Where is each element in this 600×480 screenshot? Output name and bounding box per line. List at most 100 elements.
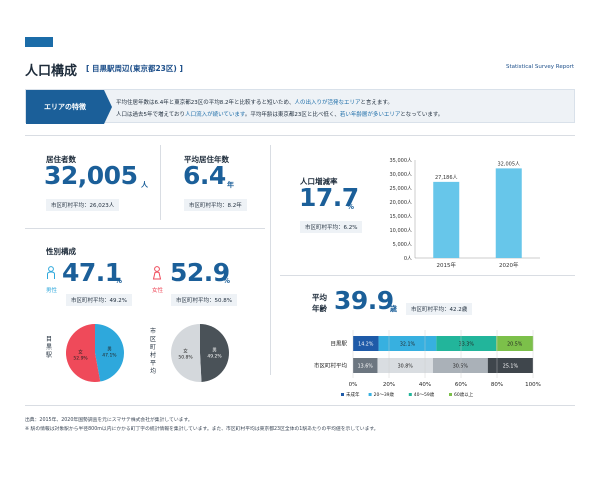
age-segment-label: 20.5% <box>507 342 523 348</box>
x-tick-label: 40% <box>419 382 431 388</box>
gender-label: 性別構成 <box>46 247 76 256</box>
legend-label: 未成年 <box>346 391 360 398</box>
age-row-label: 市区町村平均 <box>314 362 348 370</box>
bar-data-label: 32,005人 <box>498 161 521 167</box>
age-avg: 市区町村平均：42.2歳 <box>406 303 473 315</box>
divider <box>160 145 161 220</box>
residents-unit: 人 <box>141 181 148 189</box>
age-segment-label: 14.2% <box>358 342 374 348</box>
age-stacked-bar-chart: 目黒駅 14.2% 32.1% 33.3% 20.5%市区町村平均 13.6% 30.8% 3… <box>314 330 541 398</box>
age-row-label: 目黒駅 <box>330 341 347 348</box>
divider <box>270 145 271 375</box>
report-page: 人口構成 [ 目黒駅周辺(東京都23区) ] Statistical Surve… <box>0 0 600 480</box>
growth-unit: % <box>347 203 355 211</box>
feature-text-part: 。平均年齢は東京都23区と比べ低く、 <box>244 112 340 118</box>
footnote-source: 出典：2015年、2020年国勢調査を元にスマサテ株式会社が集計しています。 <box>25 418 193 423</box>
female-value: 52.9 <box>170 258 230 287</box>
feature-text: 平均住居年数は6.4年と東京都23区の平均8.2年と比較すると短いため、人の出入… <box>116 97 566 121</box>
y-tick-label: 20,000人 <box>390 200 413 206</box>
divider <box>280 275 575 276</box>
years-value: 6.4 <box>183 161 226 190</box>
feature-text-part: 人口は過去5年で増えており <box>116 112 186 118</box>
growth-avg: 市区町村平均：6.2% <box>300 221 363 233</box>
legend-swatch <box>408 393 412 396</box>
x-tick-label: 20% <box>383 382 395 388</box>
residents-value: 32,005 <box>44 161 138 190</box>
divider <box>25 135 575 136</box>
feature-text-part: と言えます。 <box>360 100 393 106</box>
male-unit: % <box>115 277 123 285</box>
feature-highlight: 人口流入が続いています <box>185 112 245 118</box>
age-label: 平均 年齢 <box>312 292 327 314</box>
gender-pie-station: 男47.1% 女52.9% <box>66 324 125 382</box>
survey-label: Statistical Survey Report <box>505 64 574 70</box>
divider <box>25 228 265 229</box>
x-tick-label: 2020年 <box>499 261 519 269</box>
x-tick-label: 0% <box>349 382 358 388</box>
years-unit: 年 <box>227 181 234 189</box>
page-title: 人口構成 <box>25 64 78 79</box>
feature-text-part: となっています。 <box>400 112 444 118</box>
age-segment-label: 25.1% <box>503 364 519 370</box>
feature-tag: エリアの特徴 <box>26 90 112 124</box>
female-label: 女性 <box>152 288 164 294</box>
age-label-line: 平均 <box>312 293 327 302</box>
feature-text-part: 平均住居年数は6.4年と東京都23区の平均8.2年と比較すると短いため、 <box>116 100 295 106</box>
age-value: 39.9 <box>334 286 394 315</box>
residents-avg: 市区町村平均：26,023人 <box>46 199 120 211</box>
pie-female-value: 52.9% <box>73 355 88 361</box>
pie-average-label: 市区町村平均 <box>150 328 157 375</box>
x-tick-label: 80% <box>491 382 503 388</box>
pie-male-label: 男 <box>212 348 217 354</box>
legend-label: 40〜59歳 <box>414 391 435 398</box>
pie-male-value: 47.1% <box>102 353 117 359</box>
x-tick-label: 2015年 <box>437 261 457 269</box>
legend-swatch <box>449 393 452 396</box>
male-person-icon <box>47 266 55 279</box>
female-person-icon <box>152 266 162 280</box>
y-tick-label: 30,000人 <box>390 172 413 178</box>
age-segment-label: 32.1% <box>400 342 416 348</box>
legend-swatch <box>368 393 372 396</box>
age-segment-label: 30.8% <box>398 364 414 370</box>
gender-pie-average: 男49.2% 女50.8% <box>171 324 229 382</box>
population-bar <box>495 168 522 258</box>
pie-male-label: 男 <box>107 347 112 353</box>
pie-female-label: 女 <box>78 348 83 355</box>
header-accent-bar <box>25 37 53 47</box>
pie-female-value: 50.8% <box>178 354 193 360</box>
age-segment-label: 30.5% <box>453 364 469 370</box>
y-tick-label: 10,000人 <box>390 228 413 234</box>
y-tick-label: 5,000人 <box>393 242 412 248</box>
years-avg: 市区町村平均：8.2年 <box>184 199 247 211</box>
population-bar-chart: 0人 5,000人 10,000人 15,000人 20,000人 25,000人 30,0… <box>390 158 540 269</box>
pie-female-label: 女 <box>183 347 188 354</box>
area-feature-box: エリアの特徴 平均住居年数は6.4年と東京都23区の平均8.2年と比較すると短い… <box>25 89 575 124</box>
female-avg: 市区町村平均：50.8% <box>171 294 237 306</box>
feature-line-2: 人口は過去5年で増えており人口流入が続いています。平均年齢は東京都23区と比べ低… <box>116 109 566 121</box>
age-segment-label: 13.6% <box>358 364 374 370</box>
pie-station-label: 目黒駅 <box>46 336 53 359</box>
legend-label: 60歳以上 <box>454 391 474 398</box>
y-tick-label: 15,000人 <box>390 214 413 220</box>
male-value: 47.1 <box>62 258 122 287</box>
feature-highlight: 若い年齢層が多いエリア <box>339 112 401 118</box>
footnote-note: ※ 駅の情報は対象駅から半径800m以内にかかる町丁字の統計情報を集計しています… <box>25 427 379 432</box>
x-tick-label: 100% <box>525 382 541 388</box>
male-avg: 市区町村平均：49.2% <box>66 294 132 306</box>
pie-male-value: 49.2% <box>207 354 222 360</box>
legend-label: 20〜39歳 <box>374 391 395 398</box>
population-bar <box>433 181 460 258</box>
x-tick-label: 60% <box>455 382 467 388</box>
y-tick-label: 35,000人 <box>390 158 413 164</box>
feature-highlight: 人の出入りが活発なエリア <box>294 100 361 106</box>
age-unit: 歳 <box>390 305 397 313</box>
age-label-line: 年齢 <box>312 304 327 313</box>
legend-swatch <box>341 393 344 396</box>
y-tick-label: 25,000人 <box>390 186 413 192</box>
feature-line-1: 平均住居年数は6.4年と東京都23区の平均8.2年と比較すると短いため、人の出入… <box>116 97 566 109</box>
y-tick-label: 0人 <box>404 256 412 262</box>
area-subtitle: [ 目黒駅周辺(東京都23区) ] <box>86 64 183 73</box>
bar-data-label: 27,186人 <box>435 175 458 181</box>
female-unit: % <box>223 277 231 285</box>
